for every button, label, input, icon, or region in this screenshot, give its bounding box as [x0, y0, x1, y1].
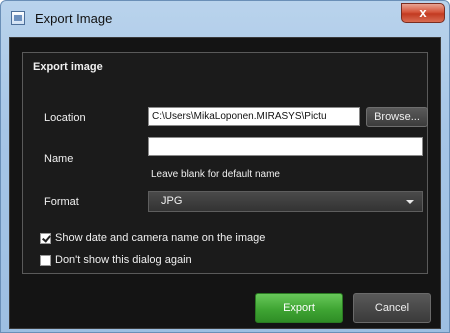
chevron-down-icon[interactable] — [406, 200, 414, 204]
location-input[interactable]: C:\Users\MikaLoponen.MIRASYS\Pictu — [148, 107, 360, 126]
dont-show-again-checkbox[interactable] — [40, 255, 51, 266]
cancel-button[interactable]: Cancel — [353, 293, 431, 323]
browse-button[interactable]: Browse... — [366, 107, 428, 127]
app-window-icon — [11, 11, 25, 25]
dont-show-again-label[interactable]: Don't show this dialog again — [55, 254, 192, 266]
title-bar[interactable]: Export Image x — [1, 1, 449, 37]
name-input[interactable] — [148, 137, 423, 156]
name-label: Name — [44, 153, 74, 165]
name-hint: Leave blank for default name — [151, 169, 280, 180]
format-select[interactable]: JPG — [148, 191, 423, 212]
format-label: Format — [44, 196, 79, 208]
show-date-label[interactable]: Show date and camera name on the image — [55, 232, 265, 244]
format-selected-value: JPG — [161, 195, 183, 207]
export-button[interactable]: Export — [255, 293, 343, 323]
group-title: Export image — [33, 61, 103, 73]
export-image-group: Export image Location C:\Users\MikaLopon… — [22, 52, 428, 274]
close-button[interactable]: x — [401, 3, 445, 23]
show-date-checkbox[interactable] — [40, 233, 51, 244]
window-title: Export Image — [35, 11, 113, 26]
location-label: Location — [44, 112, 86, 124]
export-image-dialog: Export Image x Export image Location C:\… — [0, 0, 450, 333]
dialog-body: Export image Location C:\Users\MikaLopon… — [9, 37, 441, 329]
